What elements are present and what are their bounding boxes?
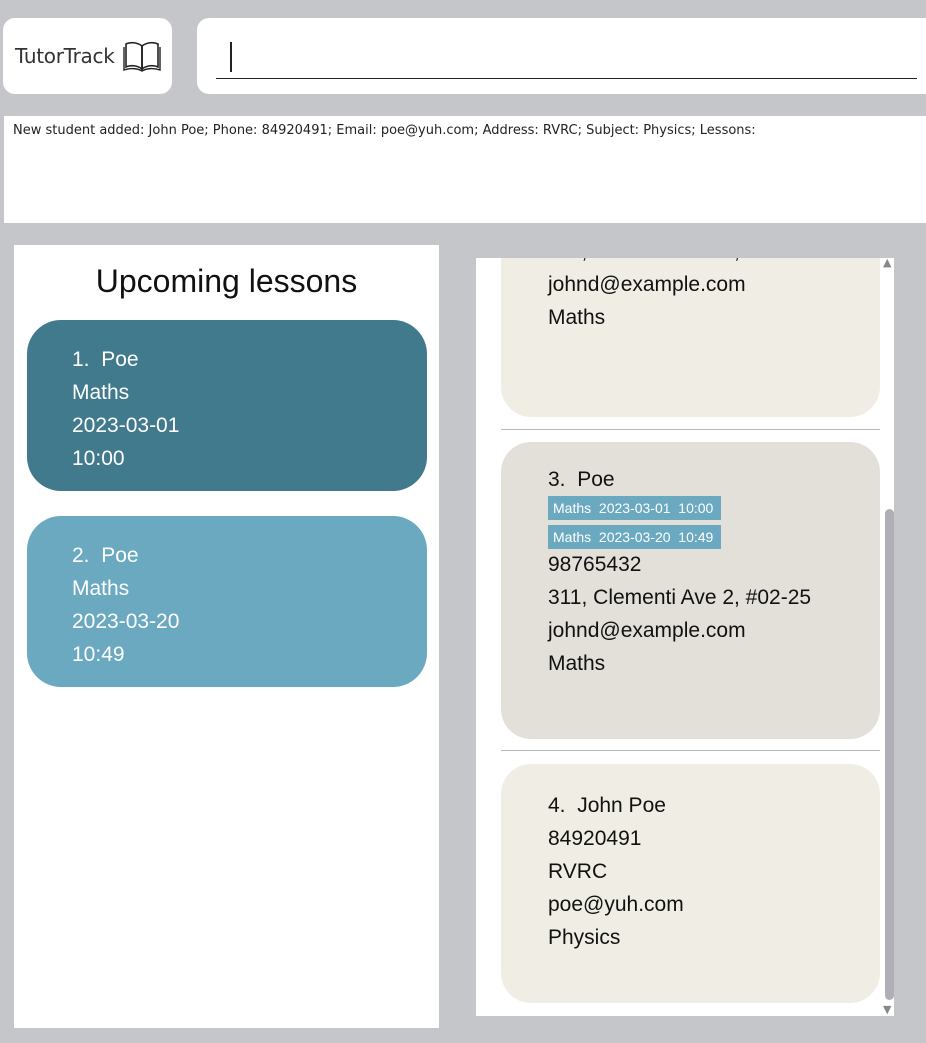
lesson-date: 2023-03-01: [72, 414, 180, 437]
student-email: johnd@example.com: [548, 273, 746, 296]
student-subject: Physics: [548, 926, 621, 949]
lesson-subject: Maths: [72, 381, 130, 404]
lesson-time: 10:00: [72, 447, 125, 470]
student-index: 4.: [548, 794, 566, 817]
scrollbar-thumb[interactable]: [885, 509, 894, 1000]
student-phone: 98765432: [548, 553, 642, 576]
lesson-student-name: Poe: [101, 348, 139, 371]
student-card[interactable]: 3. Poe Maths 2023-03-01 10:00 Maths 2023…: [501, 442, 880, 739]
lesson-time: 10:49: [72, 643, 125, 666]
lesson-header: 2. Poe: [72, 539, 427, 572]
lesson-subject: Maths: [72, 577, 130, 600]
student-address: 311, Clementi Ave 2, #02-25: [548, 258, 880, 268]
lesson-index: 2.: [72, 544, 90, 567]
list-divider: [501, 750, 880, 751]
scroll-up-icon[interactable]: ▲: [883, 256, 891, 269]
lesson-card[interactable]: 2. Poe Maths 2023-03-20 10:49: [27, 516, 427, 687]
lesson-tags: Maths 2023-03-01 10:00 Maths 2023-03-20 …: [548, 496, 880, 549]
student-email: johnd@example.com: [548, 619, 746, 642]
result-message: New student added: John Poe; Phone: 8492…: [13, 123, 756, 138]
student-address: 311, Clementi Ave 2, #02-25: [548, 586, 812, 609]
lesson-index: 1.: [72, 348, 90, 371]
main-window: TutorTrack New student added: John Poe; …: [0, 0, 926, 1043]
lesson-date: 2023-03-20: [72, 610, 180, 633]
student-card[interactable]: 4. John Poe 84920491 RVRC poe@yuh.com Ph…: [501, 764, 880, 1003]
student-list-panel[interactable]: 311, Clementi Ave 2, #02-25 johnd@exampl…: [476, 258, 894, 1016]
lesson-student-name: Poe: [101, 544, 139, 567]
command-box: [197, 18, 926, 94]
lesson-header: 1. Poe: [72, 343, 427, 376]
student-email: poe@yuh.com: [548, 893, 684, 916]
app-title: TutorTrack: [15, 44, 115, 68]
student-subject: Maths: [548, 652, 606, 675]
lessons-title: Upcoming lessons: [95, 263, 358, 299]
command-input[interactable]: [216, 38, 917, 79]
list-divider: [501, 429, 880, 430]
result-display[interactable]: New student added: John Poe; Phone: 8492…: [4, 116, 926, 223]
student-phone: 84920491: [548, 827, 642, 850]
lesson-tag: Maths 2023-03-20 10:49: [548, 525, 722, 549]
lesson-card[interactable]: 1. Poe Maths 2023-03-01 10:00: [27, 320, 427, 491]
student-card[interactable]: 311, Clementi Ave 2, #02-25 johnd@exampl…: [501, 258, 880, 417]
student-subject: Maths: [548, 306, 606, 329]
upcoming-lessons-panel: Upcoming lessons 1. Poe Maths 2023-03-01…: [14, 245, 439, 1028]
app-logo: TutorTrack: [3, 18, 172, 94]
student-name: Poe: [577, 468, 615, 491]
student-address: RVRC: [548, 860, 608, 883]
scroll-down-icon[interactable]: ▼: [883, 1003, 891, 1016]
student-header: 4. John Poe: [548, 789, 880, 822]
student-index: 3.: [548, 468, 566, 491]
student-header: 3. Poe: [548, 463, 880, 496]
lesson-tag: Maths 2023-03-01 10:00: [548, 496, 722, 520]
open-book-icon: [122, 40, 161, 72]
text-cursor: [230, 42, 232, 72]
student-name: John Poe: [577, 794, 666, 817]
